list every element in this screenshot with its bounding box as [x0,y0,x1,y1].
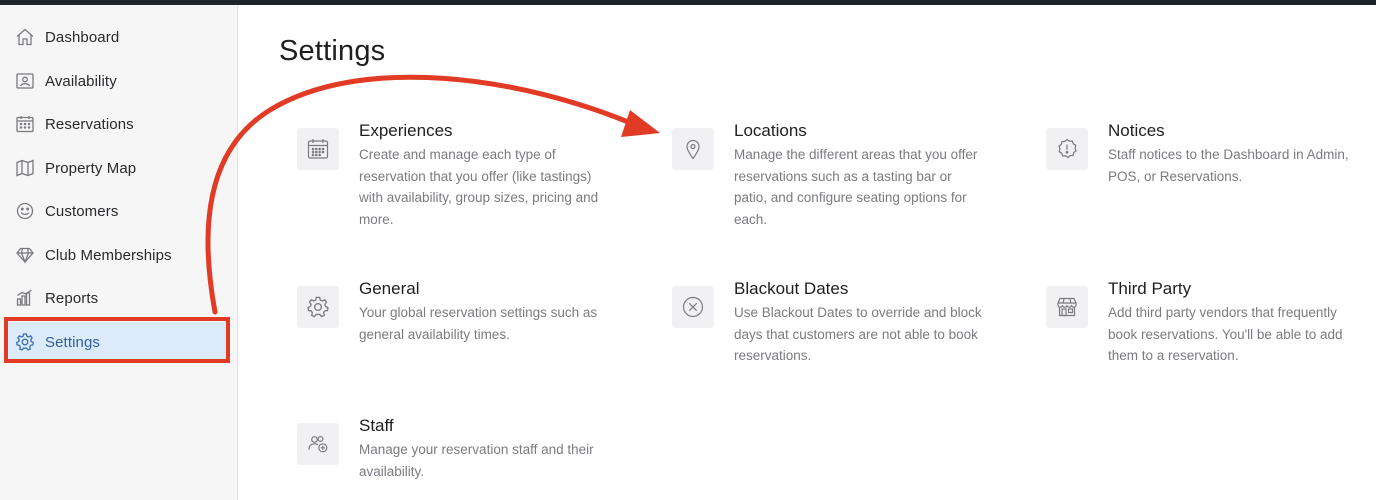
calendar-icon [14,113,36,135]
sidebar-item-settings[interactable]: Settings [8,322,228,362]
card-title-locations[interactable]: Locations [734,121,807,141]
sidebar-item-availability[interactable]: Availability [8,61,228,101]
storefront-icon[interactable] [1046,286,1088,328]
gear-icon[interactable] [297,286,339,328]
card-title-blackout-dates[interactable]: Blackout Dates [734,279,848,299]
card-description: Staff notices to the Dashboard in Admin,… [1108,147,1349,184]
staff-add-icon[interactable] [297,423,339,465]
sidebar-item-label: Availability [45,72,117,90]
gear-icon [14,331,36,353]
bar-chart-icon [14,287,36,309]
sidebar-item-label: Club Memberships [45,246,172,264]
diamond-icon [14,244,36,266]
sidebar-item-reports[interactable]: Reports [8,278,228,318]
sidebar-item-club-memberships[interactable]: Club Memberships [8,235,228,275]
map-icon [14,157,36,179]
card-title-experiences[interactable]: Experiences [359,121,453,141]
sidebar-item-label: Dashboard [45,28,120,46]
card-title-third-party[interactable]: Third Party [1108,279,1191,299]
card-description: Your global reservation settings such as… [359,305,598,342]
sidebar-item-label: Customers [45,202,119,220]
calendar-icon[interactable] [297,128,339,170]
sidebar-item-dashboard[interactable]: Dashboard [8,17,228,57]
card-title-notices[interactable]: Notices [1108,121,1165,141]
card-description: Add third party vendors that frequently … [1108,305,1343,363]
sidebar-item-label: Property Map [45,159,137,177]
page-title: Settings [279,35,386,67]
sidebar-item-label: Reports [45,289,99,307]
map-pin-icon[interactable] [672,128,714,170]
sidebar-item-customers[interactable]: Customers [8,191,228,231]
smiley-icon [14,200,36,222]
sidebar-item-property-map[interactable]: Property Map [8,148,228,188]
home-icon [14,26,36,48]
card-description: Use Blackout Dates to override and block… [734,305,982,363]
card-description: Manage the different areas that you offe… [734,147,978,227]
x-circle-icon[interactable] [672,286,714,328]
alert-badge-icon[interactable] [1046,128,1088,170]
availability-icon [14,70,36,92]
card-description: Manage your reservation staff and their … [359,442,594,479]
sidebar-item-label: Reservations [45,115,134,133]
sidebar-item-label: Settings [45,333,100,351]
card-title-general[interactable]: General [359,279,419,299]
sidebar-item-reservations[interactable]: Reservations [8,104,228,144]
card-title-staff[interactable]: Staff [359,416,394,436]
card-description: Create and manage each type of reservati… [359,147,599,227]
sidebar: Dashboard Availability Reservations Prop… [0,5,238,500]
